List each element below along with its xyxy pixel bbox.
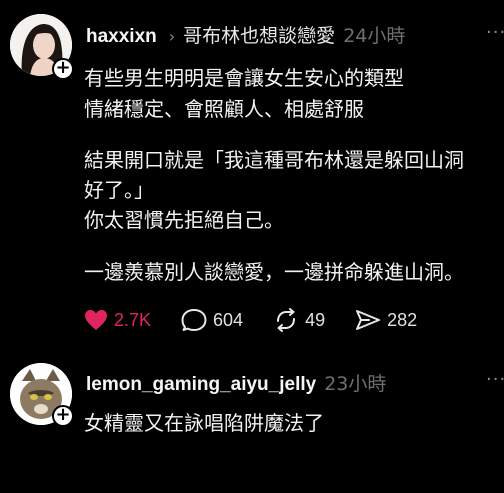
chevron-right-icon: ›: [168, 27, 176, 46]
reply-username[interactable]: lemon_gaming_aiyu_jelly: [86, 374, 316, 396]
follow-plus-icon[interactable]: +: [52, 58, 74, 80]
post-text-line: 結果開口就是「我這種哥布林還是躲回山洞: [84, 148, 464, 172]
repost-count: 49: [305, 309, 326, 330]
comment-button[interactable]: 604: [181, 308, 243, 332]
share-button[interactable]: 282: [355, 308, 417, 332]
username[interactable]: haxxixn: [86, 26, 157, 48]
like-button[interactable]: 2.7K: [84, 309, 151, 331]
reply-more-options-icon[interactable]: ···: [486, 369, 504, 390]
reply-time: 23小時: [324, 373, 387, 395]
repost-icon: [273, 308, 299, 332]
reply-avatar[interactable]: +: [10, 363, 74, 427]
post-text-line: 好了。」: [84, 178, 154, 202]
heart-icon: [84, 309, 108, 331]
post-header: haxxixn › 哥布林也想談戀愛 24小時: [86, 21, 405, 48]
post-text-line: 情緒穩定、會照顧人、相處舒服: [84, 97, 364, 121]
post-actions: 2.7K 604 49 282: [84, 306, 447, 334]
like-count: 2.7K: [114, 309, 152, 330]
share-icon: [355, 308, 381, 332]
reply-header: lemon_gaming_aiyu_jelly 23小時: [86, 369, 386, 396]
thread-title[interactable]: 哥布林也想談戀愛: [183, 21, 335, 48]
post-text-line: 你太習慣先拒絕自己。: [84, 208, 284, 232]
reply-text: 女精靈又在詠唱陷阱魔法了: [84, 411, 324, 435]
post-text-line: 有些男生明明是會讓女生安心的類型: [84, 66, 404, 90]
post-text-line: 一邊羨慕別人談戀愛，一邊拼命躲進山洞。: [84, 260, 464, 284]
avatar[interactable]: +: [10, 14, 74, 80]
repost-button[interactable]: 49: [273, 308, 325, 332]
comment-count: 604: [213, 309, 244, 330]
more-options-icon[interactable]: ···: [486, 22, 504, 43]
follow-plus-icon[interactable]: +: [52, 405, 74, 427]
post-time: 24小時: [343, 25, 406, 47]
comment-icon: [181, 308, 207, 332]
share-count: 282: [387, 309, 418, 330]
